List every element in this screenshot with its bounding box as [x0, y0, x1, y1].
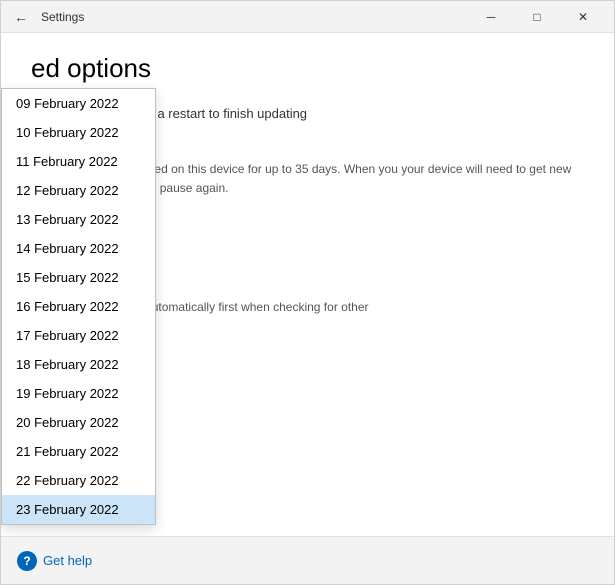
list-item[interactable]: 11 February 2022 — [2, 147, 155, 176]
list-item[interactable]: 21 February 2022 — [2, 437, 155, 466]
list-item[interactable]: 10 February 2022 — [2, 118, 155, 147]
settings-window: ← Settings ─ □ ✕ ed options hen your PC … — [0, 0, 615, 585]
minimize-button[interactable]: ─ — [468, 1, 514, 33]
list-item[interactable]: 15 February 2022 — [2, 263, 155, 292]
list-item[interactable]: 09 February 2022 — [2, 89, 155, 118]
back-button[interactable]: ← — [9, 5, 33, 29]
maximize-button[interactable]: □ — [514, 1, 560, 33]
window-title: Settings — [41, 10, 468, 24]
list-item[interactable]: 23 February 2022 — [2, 495, 155, 524]
list-item[interactable]: 18 February 2022 — [2, 350, 155, 379]
close-button[interactable]: ✕ — [560, 1, 606, 33]
window-controls: ─ □ ✕ — [468, 1, 606, 33]
back-icon: ← — [14, 9, 28, 25]
help-icon: ? — [17, 551, 37, 571]
list-item[interactable]: 17 February 2022 — [2, 321, 155, 350]
list-item[interactable]: 13 February 2022 — [2, 205, 155, 234]
bottom-bar: ? Get help — [1, 536, 614, 584]
list-item[interactable]: 19 February 2022 — [2, 379, 155, 408]
title-bar: ← Settings ─ □ ✕ — [1, 1, 614, 33]
list-item[interactable]: 22 February 2022 — [2, 466, 155, 495]
content-area: ed options hen your PC requires a restar… — [1, 33, 614, 536]
date-dropdown[interactable]: 09 February 202210 February 202211 Febru… — [1, 88, 156, 525]
page-title: ed options — [31, 53, 584, 84]
list-item[interactable]: 12 February 2022 — [2, 176, 155, 205]
get-help-link[interactable]: ? Get help — [17, 551, 92, 571]
list-item[interactable]: 14 February 2022 — [2, 234, 155, 263]
list-item[interactable]: 20 February 2022 — [2, 408, 155, 437]
get-help-label: Get help — [43, 553, 92, 568]
list-item[interactable]: 16 February 2022 — [2, 292, 155, 321]
